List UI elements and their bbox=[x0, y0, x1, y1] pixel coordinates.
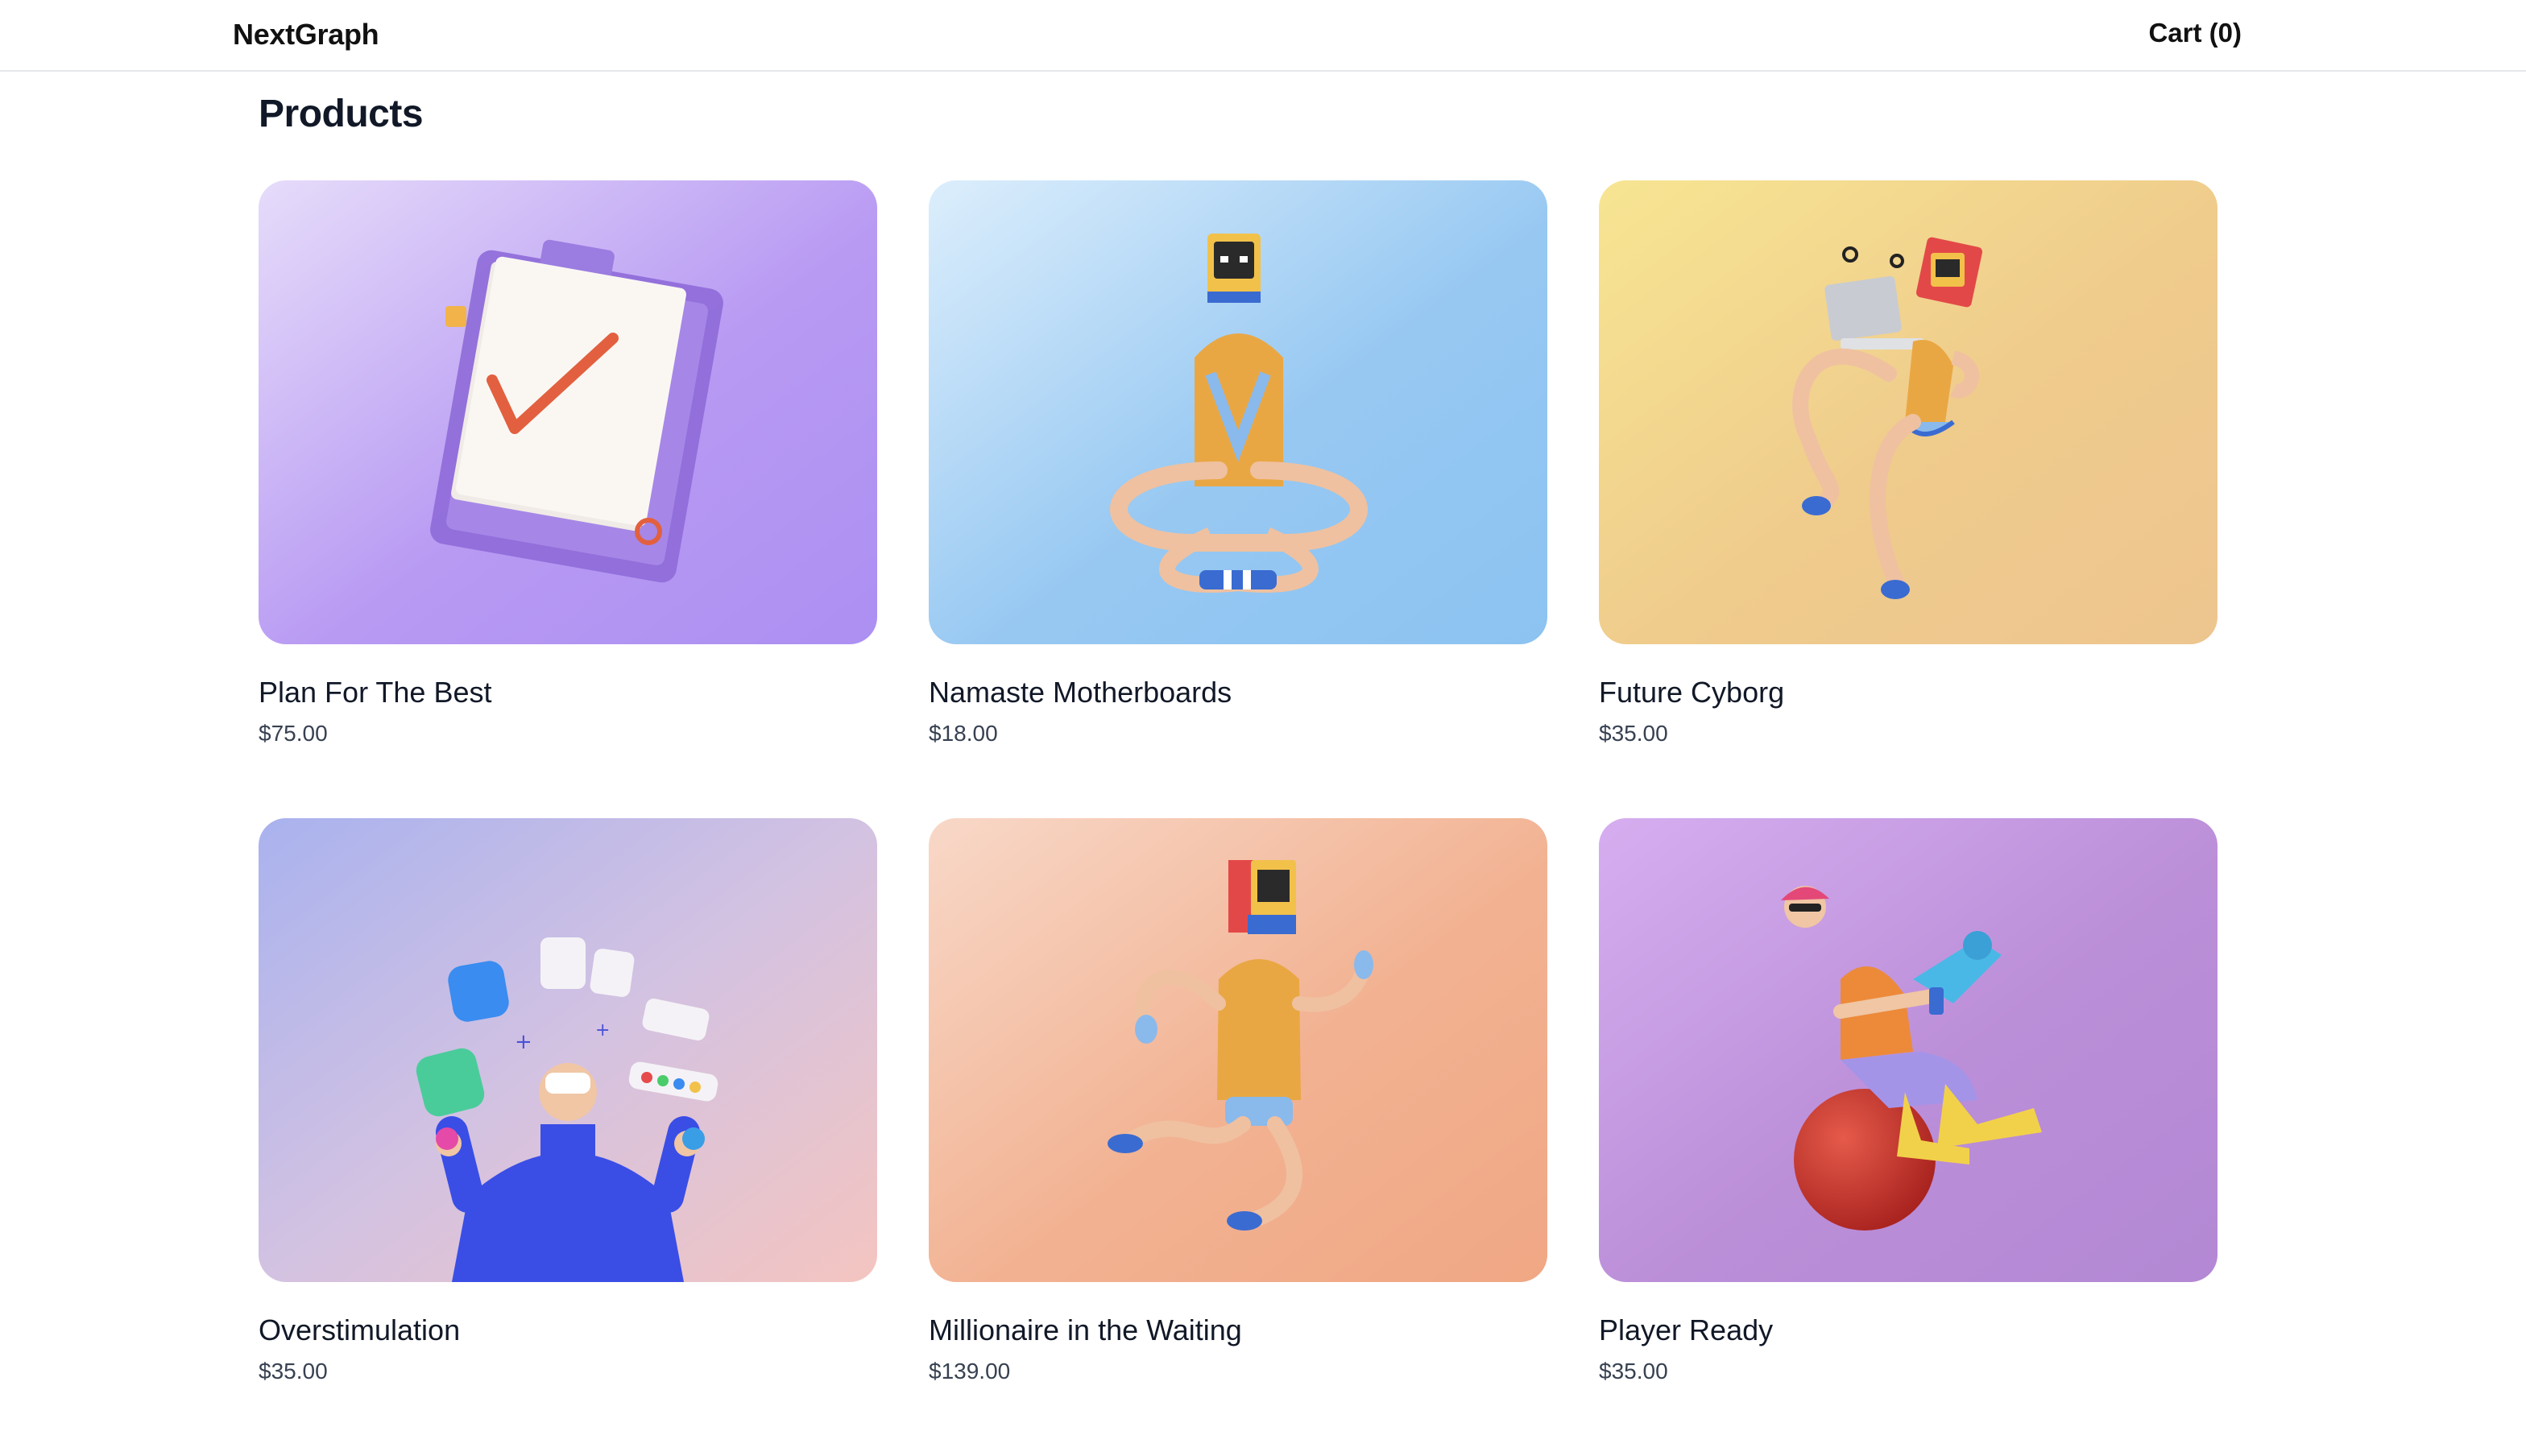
product-image[interactable] bbox=[929, 818, 1547, 1282]
page-title: Products bbox=[259, 93, 424, 135]
product-card[interactable]: Future Cyborg $35.00 bbox=[1599, 180, 2217, 818]
running-robot-illustration bbox=[929, 818, 1547, 1282]
product-name[interactable]: Plan For The Best bbox=[259, 676, 877, 709]
product-price: $75.00 bbox=[259, 721, 328, 746]
top-navbar: NextGraph Cart (0) bbox=[0, 0, 2526, 72]
svg-text:+: + bbox=[515, 1030, 532, 1054]
product-card[interactable]: Namaste Motherboards $18.00 bbox=[929, 180, 1547, 818]
product-image[interactable] bbox=[1599, 818, 2217, 1282]
product-image[interactable] bbox=[1599, 180, 2217, 644]
product-price: $35.00 bbox=[1599, 721, 1668, 746]
product-image[interactable] bbox=[259, 180, 877, 644]
cart-link[interactable]: Cart (0) bbox=[2148, 18, 2242, 48]
flying-cyborg-laptop-illustration bbox=[1599, 180, 2217, 644]
product-card[interactable]: Player Ready $35.00 bbox=[1599, 818, 2217, 1456]
product-image[interactable]: + + bbox=[259, 818, 877, 1282]
meditating-robot-illustration bbox=[929, 180, 1547, 644]
product-name[interactable]: Millionaire in the Waiting bbox=[929, 1314, 1547, 1346]
product-price: $35.00 bbox=[259, 1359, 328, 1384]
product-name[interactable]: Future Cyborg bbox=[1599, 676, 2217, 709]
product-name[interactable]: Overstimulation bbox=[259, 1314, 877, 1346]
gamer-on-ball-illustration bbox=[1599, 818, 2217, 1282]
product-name[interactable]: Player Ready bbox=[1599, 1314, 2217, 1346]
product-price: $18.00 bbox=[929, 721, 998, 746]
product-card[interactable]: Millionaire in the Waiting $139.00 bbox=[929, 818, 1547, 1456]
product-grid: Plan For The Best $75.00 Namaste Motherb… bbox=[259, 180, 2217, 1456]
product-name[interactable]: Namaste Motherboards bbox=[929, 676, 1547, 709]
product-image[interactable] bbox=[929, 180, 1547, 644]
product-card[interactable]: Plan For The Best $75.00 bbox=[259, 180, 877, 818]
vr-person-with-app-icons-illustration: + + bbox=[259, 818, 877, 1282]
product-price: $139.00 bbox=[929, 1359, 1011, 1384]
brand-logo-link[interactable]: NextGraph bbox=[233, 18, 379, 52]
product-card[interactable]: + + Overstimulation $35.00 bbox=[259, 818, 877, 1456]
clipboard-checkmark-illustration bbox=[259, 180, 877, 644]
product-price: $35.00 bbox=[1599, 1359, 1668, 1384]
svg-text:+: + bbox=[595, 1020, 610, 1040]
